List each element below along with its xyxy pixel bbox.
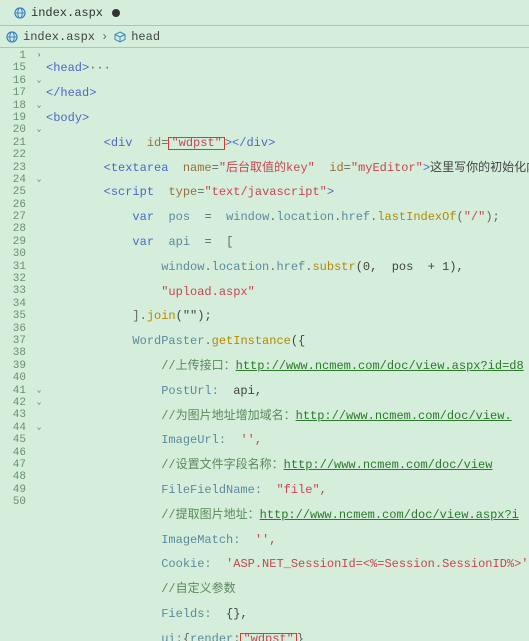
line-number: 50 (0, 496, 26, 508)
line-number: 15 (0, 62, 26, 74)
line-number: 1 (0, 50, 26, 62)
line-number: 41 (0, 385, 26, 397)
cube-icon (114, 31, 126, 43)
line-number: 28 (0, 223, 26, 235)
line-number: 49 (0, 484, 26, 496)
fold-toggle-icon[interactable]: ⌄ (32, 385, 46, 397)
code-area[interactable]: <head>··· </head> <body> <div id="wdpst"… (46, 48, 529, 641)
line-number: 16 (0, 75, 26, 87)
line-number: 22 (0, 149, 26, 161)
line-number: 40 (0, 372, 26, 384)
line-number: 36 (0, 323, 26, 335)
line-number: 31 (0, 261, 26, 273)
aspx-file-icon (6, 31, 18, 43)
fold-toggle-icon[interactable]: ⌄ (32, 124, 46, 136)
fold-toggle-icon[interactable]: ⌄ (32, 100, 46, 112)
highlight-box-wdpst-render: "wdpst" (240, 633, 296, 641)
fold-gutter: ›⌄⌄⌄⌄⌄⌄⌄ (32, 48, 46, 641)
chevron-right-icon: › (101, 30, 108, 44)
line-number: 27 (0, 211, 26, 223)
line-number: 18 (0, 100, 26, 112)
code-editor[interactable]: 1151617181920212223242526272829303132333… (0, 48, 529, 641)
line-number: 23 (0, 162, 26, 174)
line-number: 37 (0, 335, 26, 347)
modified-indicator-icon (112, 9, 120, 17)
file-tab[interactable]: index.aspx (6, 3, 128, 23)
line-number: 47 (0, 459, 26, 471)
fold-toggle-icon[interactable]: ⌄ (32, 75, 46, 87)
fold-toggle-icon[interactable]: ⌄ (32, 174, 46, 186)
fold-toggle-icon[interactable]: ⌄ (32, 397, 46, 409)
line-number: 29 (0, 236, 26, 248)
line-number: 43 (0, 409, 26, 421)
line-number: 20 (0, 124, 26, 136)
line-number-gutter: 1151617181920212223242526272829303132333… (0, 48, 32, 641)
tab-filename: index.aspx (31, 6, 103, 20)
breadcrumb-node[interactable]: head (131, 30, 160, 44)
line-number: 44 (0, 422, 26, 434)
line-number: 21 (0, 137, 26, 149)
line-number: 26 (0, 199, 26, 211)
line-number: 39 (0, 360, 26, 372)
line-number: 30 (0, 248, 26, 260)
line-number: 34 (0, 298, 26, 310)
line-number: 19 (0, 112, 26, 124)
breadcrumb-file[interactable]: index.aspx (23, 30, 95, 44)
line-number: 17 (0, 87, 26, 99)
highlight-box-wdpst-id: "wdpst" (168, 137, 224, 150)
fold-toggle-icon[interactable]: › (32, 50, 46, 62)
line-number: 42 (0, 397, 26, 409)
line-number: 45 (0, 434, 26, 446)
line-number: 33 (0, 285, 26, 297)
line-number: 48 (0, 471, 26, 483)
line-number: 35 (0, 310, 26, 322)
fold-toggle-icon[interactable]: ⌄ (32, 422, 46, 434)
line-number: 24 (0, 174, 26, 186)
line-number: 25 (0, 186, 26, 198)
line-number: 32 (0, 273, 26, 285)
line-number: 38 (0, 347, 26, 359)
editor-tabbar: index.aspx (0, 0, 529, 26)
breadcrumb: index.aspx › head (0, 26, 529, 48)
line-number: 46 (0, 447, 26, 459)
aspx-file-icon (14, 7, 26, 19)
